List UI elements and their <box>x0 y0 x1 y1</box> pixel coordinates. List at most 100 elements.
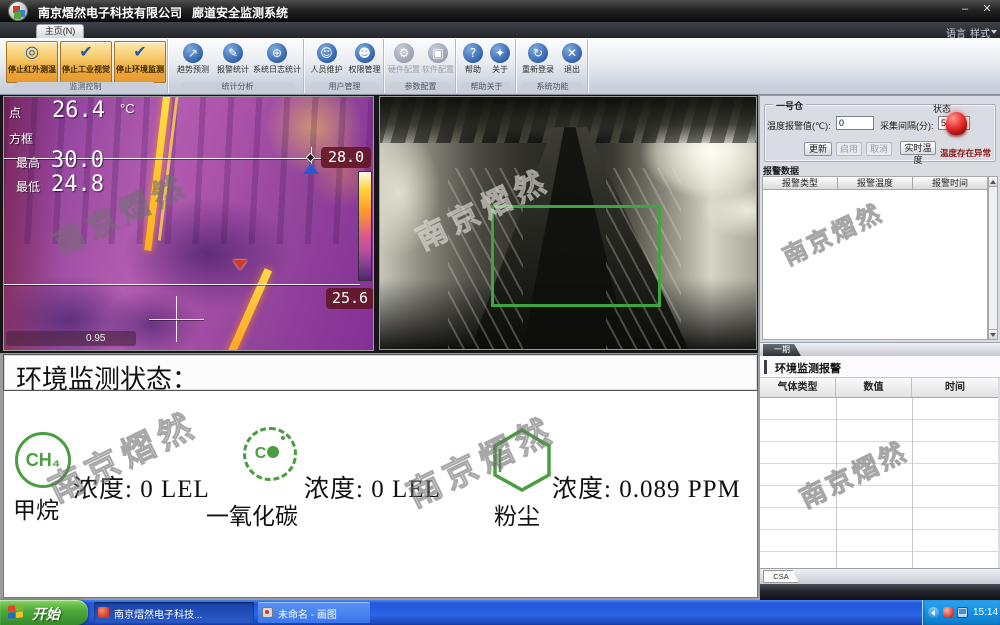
refresh-icon: ↻ <box>528 43 548 63</box>
max-label: 最高 <box>16 154 40 171</box>
hardware-config-button: ⚙ 硬件配置 <box>387 41 421 83</box>
software-config-button: ▣ 软件配置 <box>421 41 455 83</box>
tray-collapse-icon[interactable] <box>928 607 939 618</box>
sensor-reading: 浓度: 0 LEL <box>304 469 441 505</box>
ribbon-group-statistics: ↗ 趋势预测 ✎ 报警统计 ⊕ 系统日志统计 统计分析 <box>172 39 304 93</box>
stop-env-monitor-button[interactable]: ✔ 停止环境监测 <box>114 41 166 83</box>
co-spark <box>281 436 285 440</box>
ch4-icon-label: CH₄ <box>26 450 61 470</box>
alarm-panel: 一号仓 温度报警值(℃): 采集间隔(分): 状态 温度存在异常 更新 启用 取… <box>760 96 1000 600</box>
app-title: 廊道安全监测系统 <box>192 4 288 21</box>
paint-icon <box>262 607 273 618</box>
sensor-name: 甲烷 <box>13 491 59 525</box>
env-alarm-title: 环境监测报警 <box>775 360 841 376</box>
task-label: 未命名 - 画图 <box>278 606 337 621</box>
close-button[interactable]: ✕ <box>978 2 996 17</box>
column-header[interactable]: 报警温度 <box>838 176 913 190</box>
industrial-camera-feed[interactable] <box>379 96 757 350</box>
interval-label: 采集间隔(分): <box>880 119 934 132</box>
ribbon-group-label: 帮助关于 <box>461 82 511 92</box>
column-divider <box>836 398 837 568</box>
personnel-button[interactable]: ☺ 人员维护 <box>308 41 345 83</box>
ribbon-group-label: 系统功能 <box>522 82 583 92</box>
temp-alarm-input[interactable] <box>836 116 874 130</box>
tab-csa[interactable]: CSA <box>763 570 799 583</box>
alarm-lamp-icon <box>946 112 967 135</box>
stop-infrared-button[interactable]: ◎ 停止红外测温 <box>6 41 58 83</box>
tab-home[interactable]: 主页(N) <box>36 24 84 38</box>
system-tray: 15:14 <box>922 600 1000 625</box>
checkmark-icon: ✔ <box>79 43 92 63</box>
button-label: 帮助 <box>460 64 486 75</box>
clock: 15:14 <box>973 607 998 618</box>
start-button[interactable]: 开始 <box>0 600 88 625</box>
ribbon-group-label: 用户管理 <box>311 82 379 92</box>
exit-button[interactable]: ✕ 退出 <box>558 41 586 83</box>
person-icon: ☺ <box>317 43 337 63</box>
permissions-button[interactable]: ☻ 权限管理 <box>346 41 383 83</box>
taskbar-task-paint[interactable]: 未命名 - 画图 <box>258 602 370 623</box>
tray-app-icon[interactable] <box>943 607 954 618</box>
ribbon-group-label: 监测控制 <box>14 82 157 92</box>
status-label: 状态 <box>933 102 951 115</box>
ribbon-group-monitor-control: ◎ 停止红外测温 ✔ 停止工业视觉 ✔ 停止环境监测 监测控制 <box>4 39 168 93</box>
help-button[interactable]: ? 帮助 <box>460 41 486 83</box>
env-status-body: CH₄ 甲烷 浓度: 0 LEL C 一氧化碳 浓度: 0 LEL 粉尘 浓度:… <box>3 391 758 598</box>
scroll-down-arrow[interactable] <box>989 329 997 339</box>
alarm-table-header: 报警类型 报警温度 报警时间 <box>762 176 988 190</box>
realtime-temp-button[interactable]: 实时温度 <box>900 141 936 155</box>
tray-display-icon[interactable] <box>957 607 968 618</box>
column-header[interactable]: 数值 <box>836 378 912 397</box>
sensor-reading: 浓度: 0 LEL <box>73 469 210 505</box>
taskbar-task-app[interactable]: 南京熠然电子科技... <box>94 602 254 623</box>
button-label: 关于 <box>487 64 513 75</box>
box-label: 方框 <box>9 130 33 147</box>
scrollbar[interactable] <box>988 176 998 340</box>
env-status-header: 环境监测状态： <box>3 354 758 391</box>
sensor-name: 粉尘 <box>494 497 540 531</box>
scale-high-label: 28.0 <box>321 147 371 168</box>
column-header[interactable]: 气体类型 <box>760 378 836 397</box>
sensor-reading: 浓度: 0.089 PPM <box>552 469 741 505</box>
enable-button: 启用 <box>836 142 862 156</box>
thermal-camera-feed[interactable]: 28.0 25.6 点 26.4 °C 方框 最高 30.0 最低 24.8 0… <box>3 96 374 351</box>
sensor-name: 一氧化碳 <box>206 497 298 531</box>
cancel-button: 取消 <box>866 142 892 156</box>
relogin-button[interactable]: ↻ 重新登录 <box>520 41 556 83</box>
panel-footer-bar <box>760 584 1000 600</box>
app-logo-icon <box>8 1 28 21</box>
max-temperature: 30.0 <box>51 148 104 173</box>
ribbon-group-label: 统计分析 <box>180 82 295 92</box>
update-button[interactable]: 更新 <box>804 142 832 156</box>
dust-hexagon-icon <box>491 427 553 493</box>
stop-vision-button[interactable]: ✔ 停止工业视觉 <box>60 41 112 83</box>
tab-phase-1[interactable]: 一期 <box>763 344 801 356</box>
taskbar: 开始 南京熠然电子科技... 未命名 - 画图 15:14 <box>0 600 1000 625</box>
column-header[interactable]: 报警时间 <box>913 176 988 190</box>
start-label: 开始 <box>32 604 60 624</box>
column-header[interactable]: 报警类型 <box>762 176 838 190</box>
alarm-marker-icon <box>233 260 247 270</box>
trend-forecast-button[interactable]: ↗ 趋势预测 <box>174 41 212 83</box>
scroll-up-arrow[interactable] <box>989 177 997 187</box>
min-temperature: 24.8 <box>51 172 104 197</box>
app-window: 南京熠然电子科技有限公司 廊道安全监测系统 – ✕ 主页(N) 语言 样式 ◎ … <box>0 0 1000 625</box>
accent-bar <box>764 360 767 374</box>
alarm-table-body <box>762 190 988 340</box>
minimize-button[interactable]: – <box>956 2 974 17</box>
alarm-stats-button[interactable]: ✎ 报警统计 <box>214 41 252 83</box>
phase-tabstrip: 一期 <box>760 342 1000 356</box>
min-label: 最低 <box>16 178 40 195</box>
spot-label: 点 <box>9 104 21 121</box>
button-label: 人员维护 <box>308 64 345 75</box>
button-label: 退出 <box>558 64 586 75</box>
about-button[interactable]: ✦ 关于 <box>487 41 513 83</box>
windows-flag-icon <box>8 604 24 621</box>
column-header[interactable]: 时间 <box>912 378 998 397</box>
task-label: 南京熠然电子科技... <box>114 606 202 621</box>
button-label: 趋势预测 <box>174 64 212 75</box>
ribbon-group-user-mgmt: ☺ 人员维护 ☻ 权限管理 用户管理 <box>306 39 384 93</box>
syslog-stats-button[interactable]: ⊕ 系统日志统计 <box>252 41 302 83</box>
column-divider <box>912 398 913 568</box>
button-label: 重新登录 <box>520 64 556 75</box>
